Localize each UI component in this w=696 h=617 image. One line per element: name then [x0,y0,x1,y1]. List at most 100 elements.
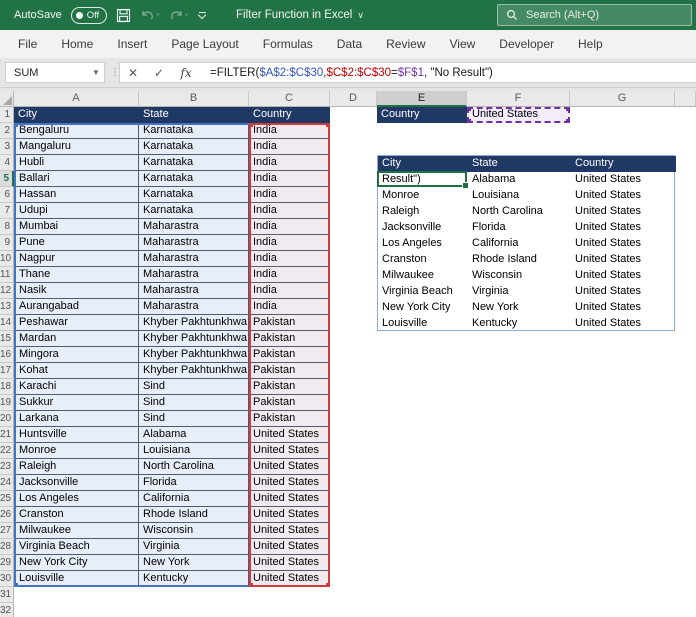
result-cell-f13[interactable]: New York [472,300,571,316]
cancel-icon[interactable]: ✕ [120,66,146,80]
cell-b29[interactable]: New York [139,555,249,571]
cell-b28[interactable]: Virginia [139,539,249,555]
result-header-state[interactable]: State [468,156,571,172]
result-cell-g11[interactable]: United States [575,268,676,284]
row-header-26[interactable]: 26 [0,507,14,523]
cell-c19[interactable]: Pakistan [249,395,330,411]
cell-a26[interactable]: Cranston [14,507,139,523]
tab-help[interactable]: Help [566,30,615,58]
row-header-12[interactable]: 12 [0,283,14,299]
row-header-19[interactable]: 19 [0,395,14,411]
row-header-23[interactable]: 23 [0,459,14,475]
cell-b5[interactable]: Karnataka [139,171,249,187]
cell-c22[interactable]: United States [249,443,330,459]
row-header-14[interactable]: 14 [0,315,14,331]
result-cell-e7[interactable]: Raleigh [382,204,468,220]
cell-b6[interactable]: Karnataka [139,187,249,203]
tab-insert[interactable]: Insert [105,30,159,58]
result-cell-e5[interactable]: Result") [382,172,468,188]
result-cell-f5[interactable]: Alabama [472,172,571,188]
tab-home[interactable]: Home [49,30,105,58]
row-header-6[interactable]: 6 [0,187,14,203]
cell-b20[interactable]: Sind [139,411,249,427]
row-header-17[interactable]: 17 [0,363,14,379]
row-header-1[interactable]: 1 [0,107,14,123]
result-cell-g12[interactable]: United States [575,284,676,300]
cell-a18[interactable]: Karachi [14,379,139,395]
cell-c12[interactable]: India [249,283,330,299]
row-header-10[interactable]: 10 [0,251,14,267]
name-box[interactable]: SUM ▼ [5,62,105,83]
cell-b19[interactable]: Sind [139,395,249,411]
column-header-partial[interactable] [675,91,696,107]
cell-a21[interactable]: Huntsville [14,427,139,443]
cell-a4[interactable]: Hubli [14,155,139,171]
result-cell-e12[interactable]: Virginia Beach [382,284,468,300]
left-table-header-city[interactable]: City [14,107,139,123]
cell-c4[interactable]: India [249,155,330,171]
cell-b7[interactable]: Karnataka [139,203,249,219]
result-cell-g7[interactable]: United States [575,204,676,220]
result-header-city[interactable]: City [378,156,468,172]
result-cell-g8[interactable]: United States [575,220,676,236]
row-header-4[interactable]: 4 [0,155,14,171]
column-header-e[interactable]: E [377,91,467,107]
cell-a22[interactable]: Monroe [14,443,139,459]
row-header-16[interactable]: 16 [0,347,14,363]
cell-c23[interactable]: United States [249,459,330,475]
cell-b12[interactable]: Maharastra [139,283,249,299]
cell-a15[interactable]: Mardan [14,331,139,347]
insert-function-icon[interactable]: fx [172,66,200,80]
cell-a11[interactable]: Thane [14,267,139,283]
row-header-22[interactable]: 22 [0,443,14,459]
tab-page-layout[interactable]: Page Layout [159,30,250,58]
result-cell-g5[interactable]: United States [575,172,676,188]
row-header-31[interactable]: 31 [0,587,14,603]
row-header-28[interactable]: 28 [0,539,14,555]
tab-developer[interactable]: Developer [487,30,566,58]
cell-b8[interactable]: Maharastra [139,219,249,235]
column-header-a[interactable]: A [14,91,139,107]
row-header-15[interactable]: 15 [0,331,14,347]
row-header-29[interactable]: 29 [0,555,14,571]
row-header-25[interactable]: 25 [0,491,14,507]
name-box-dropdown-icon[interactable]: ▼ [88,68,104,77]
cell-c18[interactable]: Pakistan [249,379,330,395]
cell-a7[interactable]: Udupi [14,203,139,219]
result-cell-e6[interactable]: Monroe [382,188,468,204]
cell-b24[interactable]: Florida [139,475,249,491]
cell-a14[interactable]: Peshawar [14,315,139,331]
row-header-13[interactable]: 13 [0,299,14,315]
cell-b4[interactable]: Karnataka [139,155,249,171]
result-cell-g10[interactable]: United States [575,252,676,268]
cell-c5[interactable]: India [249,171,330,187]
cell-b14[interactable]: Khyber Pakhtunkhwa [139,315,249,331]
tab-review[interactable]: Review [374,30,437,58]
cell-c3[interactable]: India [249,139,330,155]
cell-c29[interactable]: United States [249,555,330,571]
result-cell-g6[interactable]: United States [575,188,676,204]
cell-a5[interactable]: Ballari [14,171,139,187]
column-header-g[interactable]: G [570,91,675,107]
cell-c14[interactable]: Pakistan [249,315,330,331]
cell-a17[interactable]: Kohat [14,363,139,379]
cell-c7[interactable]: India [249,203,330,219]
cell-b30[interactable]: Kentucky [139,571,249,587]
result-cell-g13[interactable]: United States [575,300,676,316]
cell-a3[interactable]: Mangaluru [14,139,139,155]
result-cell-f12[interactable]: Virginia [472,284,571,300]
autosave-toggle[interactable]: Off [71,7,108,24]
enter-icon[interactable]: ✓ [146,66,172,80]
cell-c25[interactable]: United States [249,491,330,507]
cell-c11[interactable]: India [249,267,330,283]
row-header-2[interactable]: 2 [0,123,14,139]
cell-b27[interactable]: Wisconsin [139,523,249,539]
cell-a12[interactable]: Nasik [14,283,139,299]
cell-a27[interactable]: Milwaukee [14,523,139,539]
result-cell-f10[interactable]: Rhode Island [472,252,571,268]
row-header-3[interactable]: 3 [0,139,14,155]
cell-c30[interactable]: United States [249,571,330,587]
cell-a24[interactable]: Jacksonville [14,475,139,491]
cell-c24[interactable]: United States [249,475,330,491]
result-cell-e14[interactable]: Louisville [382,316,468,332]
